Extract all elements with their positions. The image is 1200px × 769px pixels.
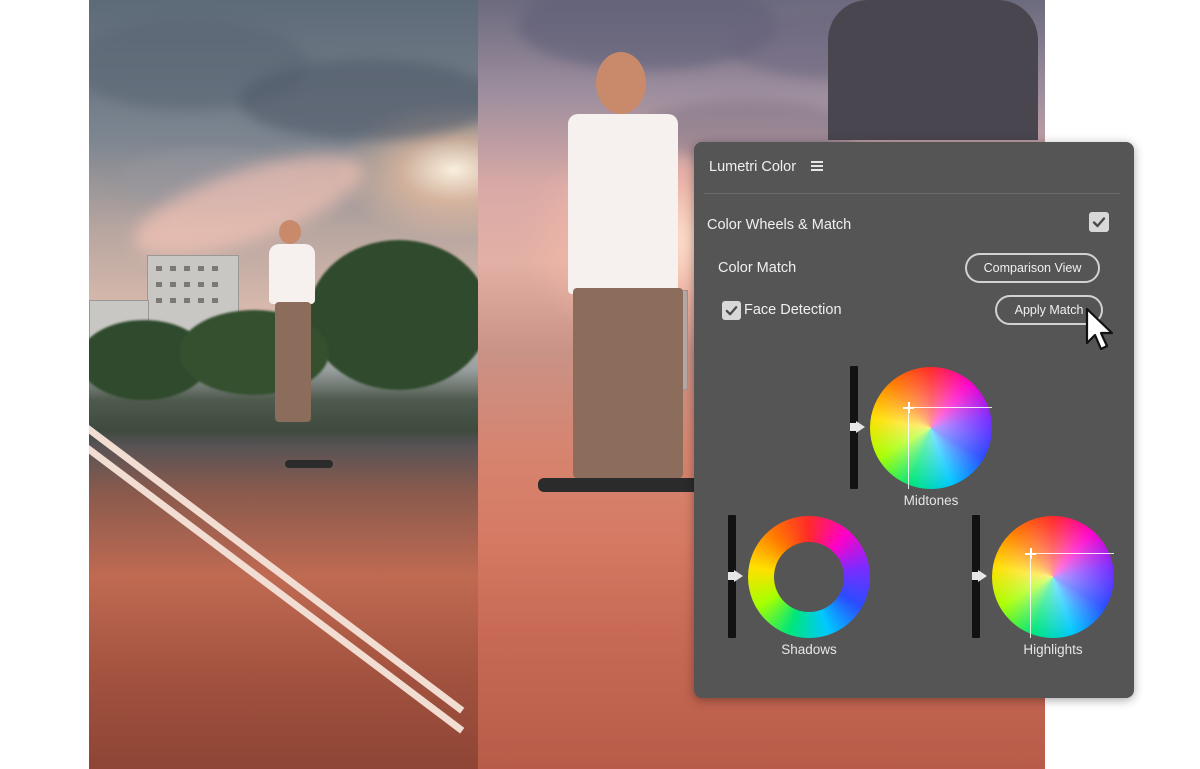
panel-title: Lumetri Color <box>709 159 797 175</box>
highlights-label: Highlights <box>1023 642 1083 657</box>
mouse-pointer-icon <box>1085 307 1114 351</box>
highlights-crosshair-icon[interactable] <box>1025 548 1036 559</box>
highlights-color-wheel[interactable] <box>992 516 1114 638</box>
hamburger-menu-icon[interactable] <box>811 161 823 173</box>
face-detection-label: Face Detection <box>744 302 842 318</box>
midtones-label: Midtones <box>903 493 959 508</box>
color-wheels-match-label: Color Wheels & Match <box>707 217 852 233</box>
midtones-slider[interactable] <box>850 366 865 489</box>
midtones-slider-handle[interactable] <box>850 421 865 433</box>
face-detection-checkbox[interactable] <box>722 301 741 320</box>
header-divider <box>704 193 1120 194</box>
panel-header: Lumetri Color <box>694 142 1134 194</box>
comparison-view-button[interactable]: Comparison View <box>965 253 1100 283</box>
checkmark-icon <box>1092 217 1106 228</box>
shadows-slider-handle[interactable] <box>728 570 743 582</box>
midtones-color-wheel[interactable] <box>870 367 992 489</box>
shadows-label: Shadows <box>781 642 837 657</box>
checkmark-icon <box>725 306 738 316</box>
shadows-slider[interactable] <box>728 515 743 638</box>
shadows-color-wheel[interactable] <box>748 516 870 638</box>
color-match-label: Color Match <box>718 260 797 276</box>
left-photo <box>89 0 478 769</box>
lumetri-color-panel: Lumetri Color Color Wheels & Match Color… <box>694 142 1134 698</box>
background-figure <box>828 0 1038 140</box>
midtones-crosshair-icon[interactable] <box>903 402 914 413</box>
highlights-slider[interactable] <box>972 515 987 638</box>
highlights-slider-handle[interactable] <box>972 570 987 582</box>
color-wheels-match-checkbox[interactable] <box>1089 212 1109 232</box>
